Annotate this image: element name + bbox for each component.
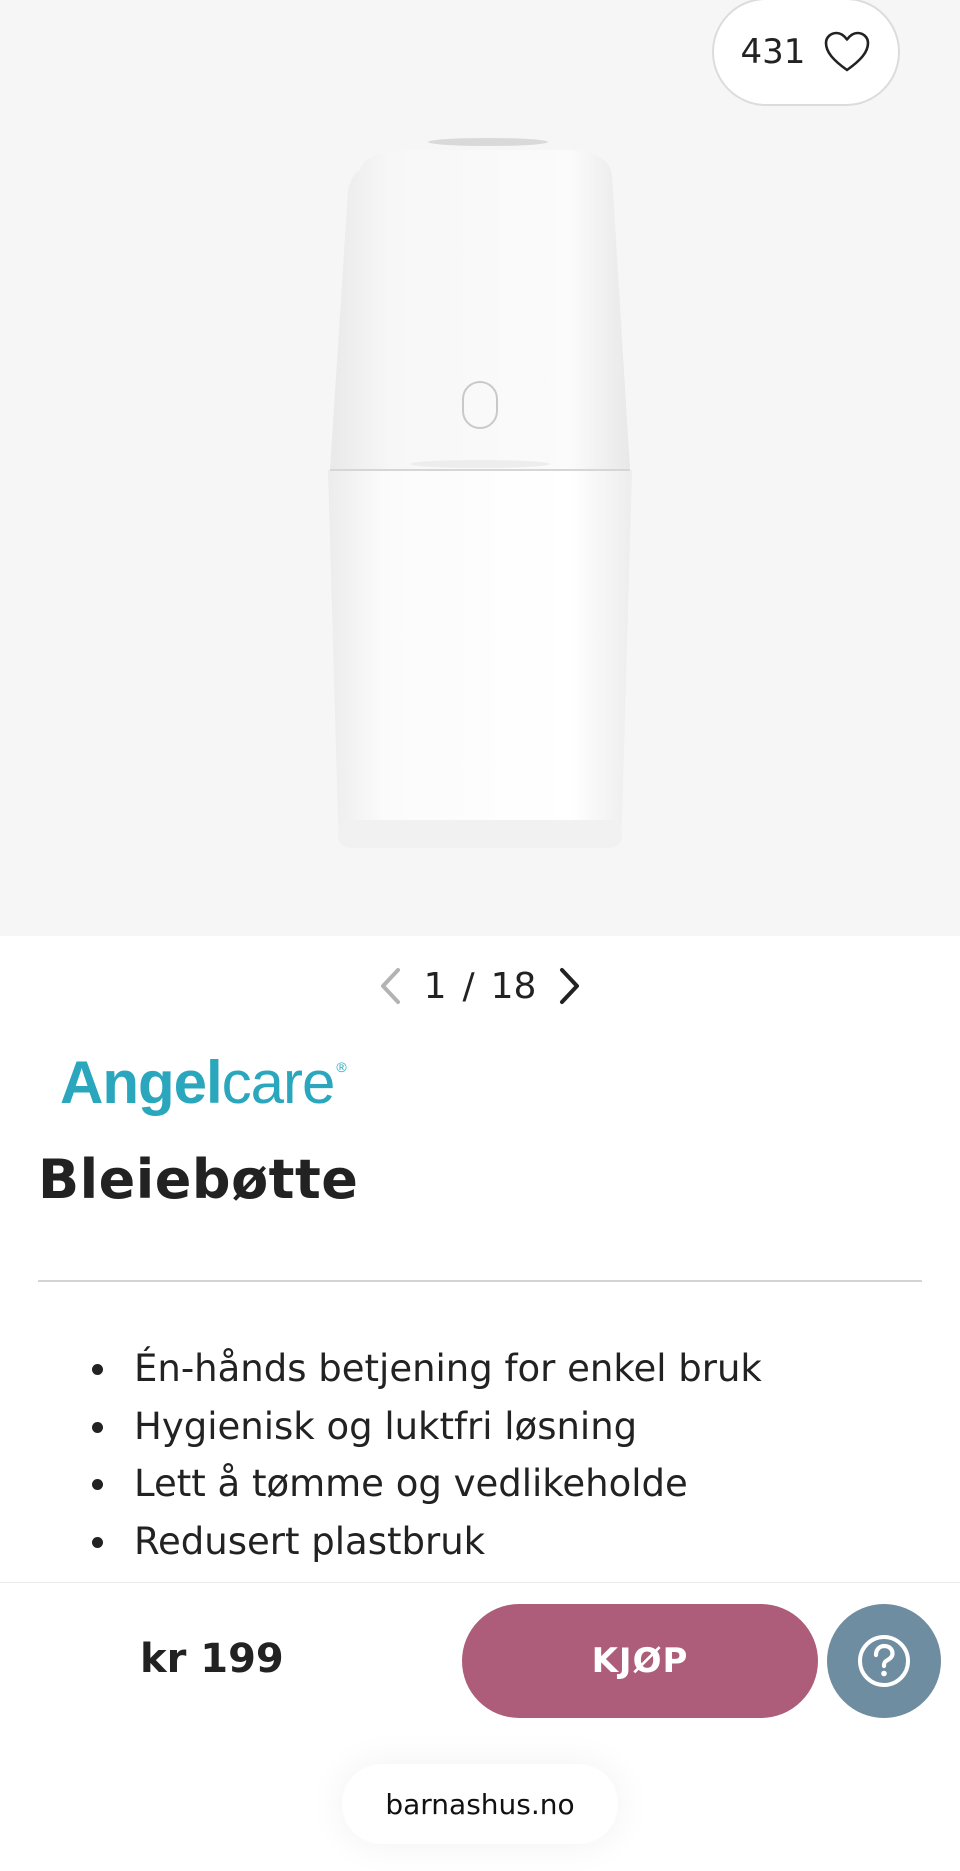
feature-item: Lett å tømme og vedlikeholde xyxy=(92,1455,762,1513)
brand-logo-part1: Angel xyxy=(60,1049,223,1116)
brand-logo[interactable]: Angel care ® xyxy=(60,1045,347,1117)
registered-mark: ® xyxy=(336,1059,346,1075)
pager-separator: / xyxy=(462,965,475,1007)
feature-item: Hygienisk og luktfri løsning xyxy=(92,1398,762,1456)
next-image-button[interactable] xyxy=(558,966,582,1006)
product-price: kr 199 xyxy=(140,1636,284,1682)
help-icon xyxy=(858,1635,910,1687)
heart-icon xyxy=(825,31,870,72)
favorite-count: 431 xyxy=(740,32,806,72)
gallery-pager: 1 / 18 xyxy=(0,958,960,1014)
product-image-gallery[interactable]: 431 xyxy=(0,0,960,936)
help-button[interactable] xyxy=(827,1604,941,1718)
chevron-right-icon xyxy=(560,968,580,1004)
chevron-left-icon xyxy=(380,968,400,1004)
feature-item: Redusert plastbruk xyxy=(92,1513,762,1571)
pager-current: 1 xyxy=(423,965,447,1007)
browser-domain[interactable]: barnashus.no xyxy=(342,1764,618,1844)
feature-list: Én-hånds betjening for enkel bruk Hygien… xyxy=(92,1340,762,1570)
favorite-button[interactable]: 431 xyxy=(712,0,900,106)
pager-total: 18 xyxy=(490,965,537,1007)
brand-logo-part2: care xyxy=(221,1049,336,1116)
divider xyxy=(38,1280,922,1282)
feature-item: Én-hånds betjening for enkel bruk xyxy=(92,1340,762,1398)
product-photo xyxy=(328,138,632,848)
previous-image-button[interactable] xyxy=(378,966,402,1006)
buy-button[interactable]: KJØP xyxy=(462,1604,818,1718)
product-title: Bleiebøtte xyxy=(38,1148,359,1211)
